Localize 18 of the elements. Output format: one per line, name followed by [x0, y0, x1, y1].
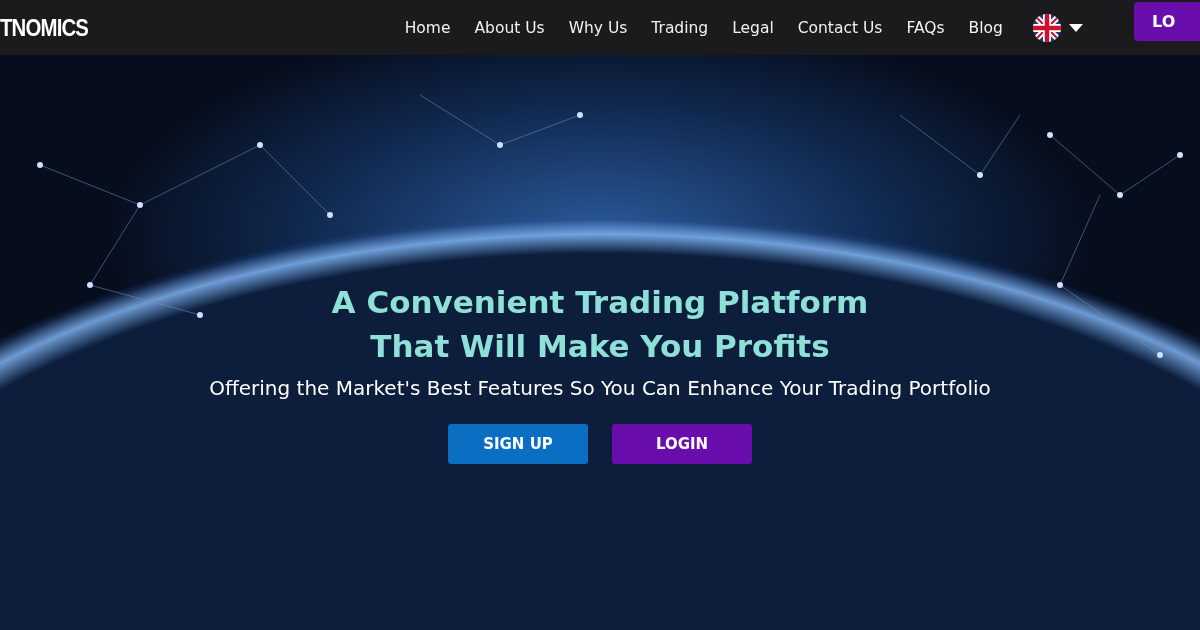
logo-text[interactable]: TNOMICS — [0, 13, 89, 42]
caret-icon — [1068, 23, 1083, 32]
nav-link[interactable]: Why Us — [556, 18, 640, 37]
flag-icon — [1032, 13, 1061, 42]
login-button[interactable]: LOGIN — [612, 424, 752, 464]
login-button[interactable]: LO — [1134, 2, 1200, 41]
nav-link[interactable]: Blog — [956, 18, 1015, 37]
nav-link[interactable]: FAQs — [894, 18, 957, 37]
nav-link[interactable]: About Us — [462, 18, 557, 37]
hero-title: That Will Make You Profits — [370, 327, 830, 366]
hero-title: A Convenient Trading Platform — [331, 283, 869, 322]
nav-link[interactable]: Trading — [639, 18, 721, 37]
nav-link[interactable]: Home — [392, 18, 463, 37]
nav-link[interactable]: Legal — [720, 18, 786, 37]
hero-subtitle: Offering the Market's Best Features So You Can Enhance Your Trading Portfolio — [209, 376, 991, 400]
language-selector[interactable] — [1032, 13, 1083, 42]
nav-link[interactable]: Contact Us — [785, 18, 895, 37]
sign-up-button[interactable]: SIGN UP — [448, 424, 588, 464]
